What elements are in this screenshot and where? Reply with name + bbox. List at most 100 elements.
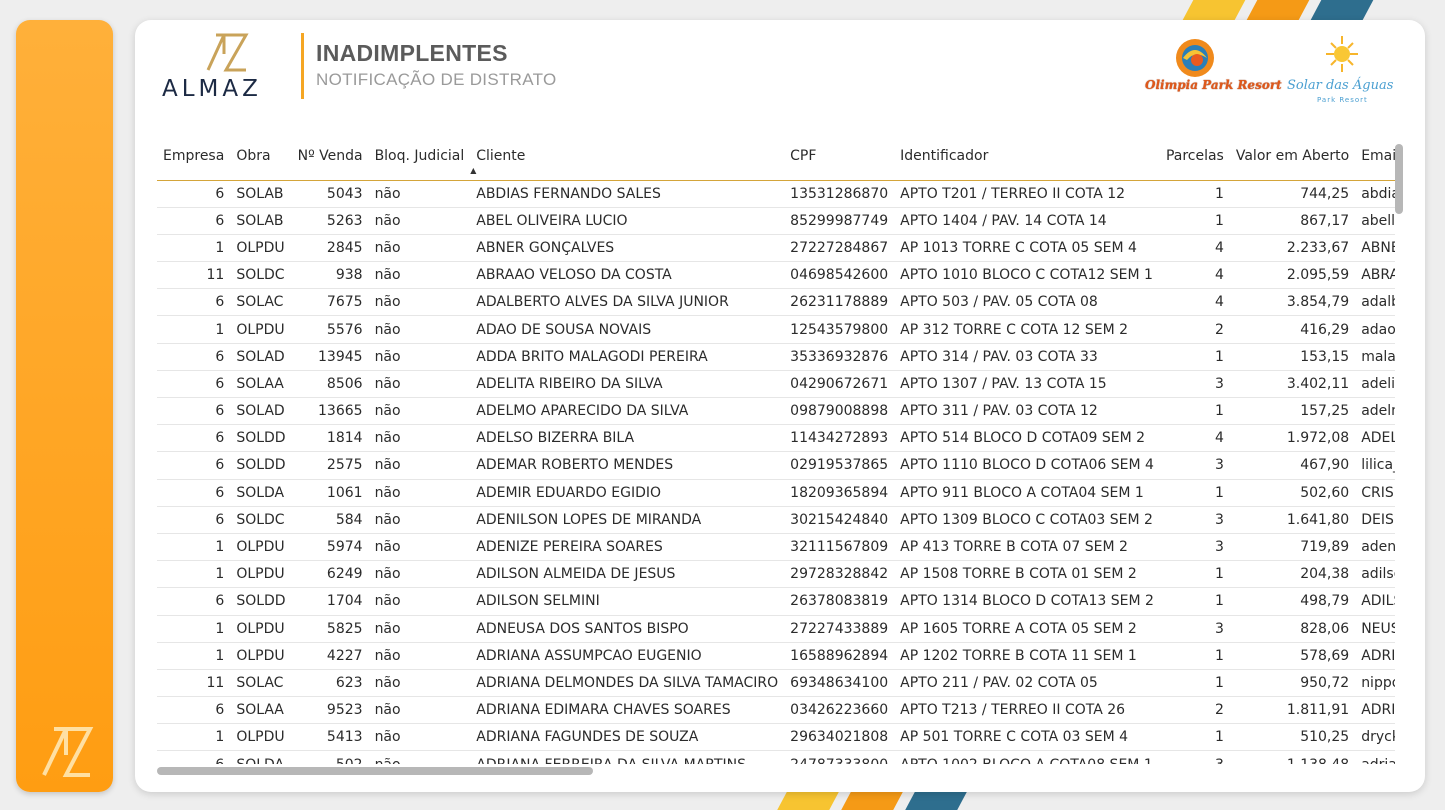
table-row[interactable]: 11 SOLDC 938 não ABRAAO VELOSO DA COSTA 04698… bbox=[157, 261, 1395, 290]
cell-empresa: 6 bbox=[157, 479, 231, 507]
horizontal-scrollbar[interactable] bbox=[157, 767, 593, 775]
cell-identificador: AP 312 TORRE C COTA 12 SEM 2 bbox=[894, 315, 1160, 344]
column-header-cpf[interactable]: CPF bbox=[784, 144, 895, 181]
cell-valor-em-aberto: 828,06 bbox=[1229, 615, 1356, 643]
cell-numero-venda: 4227 bbox=[291, 642, 369, 670]
cell-cliente: ADEMIR EDUARDO EGIDIO bbox=[470, 479, 785, 507]
cell-bloq-judicial: não bbox=[368, 343, 471, 371]
table-row[interactable]: 6 SOLDD 1814 não ADELSO BIZERRA BILA 11434272… bbox=[157, 424, 1395, 453]
cell-email: adenize.pe bbox=[1355, 533, 1395, 562]
column-header-obra[interactable]: Obra bbox=[230, 144, 292, 181]
cell-numero-venda: 502 bbox=[291, 750, 369, 764]
cell-cpf: 26231178889 bbox=[784, 288, 895, 317]
table-row[interactable]: 6 SOLAD 13665 não ADELMO APARECIDO DA SILVA 0… bbox=[157, 397, 1395, 426]
cell-numero-venda: 5263 bbox=[291, 207, 369, 235]
table-row[interactable]: 6 SOLAA 8506 não ADELITA RIBEIRO DA SILVA 042… bbox=[157, 370, 1395, 399]
table-row[interactable]: 6 SOLDD 1704 não ADILSON SELMINI 26378083819 A… bbox=[157, 587, 1395, 616]
vertical-scrollbar[interactable] bbox=[1395, 144, 1403, 214]
cell-valor-em-aberto: 502,60 bbox=[1229, 479, 1356, 507]
decorative-stripes-bottom bbox=[777, 792, 967, 810]
table-row[interactable]: 6 SOLAB 5263 não ABEL OLIVEIRA LUCIO 85299987… bbox=[157, 207, 1395, 235]
table-row[interactable]: 6 SOLAD 13945 não ADDA BRITO MALAGODI PEREIR… bbox=[157, 343, 1395, 371]
table-row[interactable]: 6SOLDA502nãoADRIANA FERREIRA DA SILVA MA… bbox=[157, 750, 1395, 764]
table-row[interactable]: 1 OLPDU 2845 não ABNER GONÇALVES 27227284867 A… bbox=[157, 234, 1395, 263]
table-row[interactable]: 1 OLPDU 5825 não ADNEUSA DOS SANTOS BISPO 272… bbox=[157, 615, 1395, 643]
cell-valor-em-aberto: 204,38 bbox=[1229, 560, 1356, 589]
cell-valor-em-aberto: 1.972,08 bbox=[1229, 424, 1356, 453]
cell-email: ADRIANAE bbox=[1355, 696, 1395, 725]
cell-obra: SOLDD bbox=[230, 587, 292, 616]
table-row[interactable]: 1 OLPDU 5974 não ADENIZE PEREIRA SOARES 32111… bbox=[157, 533, 1395, 562]
table-row[interactable]: 1 OLPDU 6249 não ADILSON ALMEIDA DE JESUS 297… bbox=[157, 560, 1395, 589]
cell-numero-venda: 1061 bbox=[291, 479, 369, 507]
table-row[interactable]: 6 SOLDA 1061 não ADEMIR EDUARDO EGIDIO 182093… bbox=[157, 479, 1395, 507]
cell-bloq-judicial: não bbox=[368, 696, 471, 725]
column-header-numero-venda[interactable]: Nº Venda bbox=[291, 144, 369, 181]
cell-valor-em-aberto: 867,17 bbox=[1229, 207, 1356, 235]
cell-email: NEUSA_NI bbox=[1355, 615, 1395, 643]
cell-valor-em-aberto: 3.402,11 bbox=[1229, 370, 1356, 399]
cell-parcelas: 1 bbox=[1159, 180, 1230, 208]
cell-email: ADRI.EUGE bbox=[1355, 642, 1395, 670]
cell-identificador: AP 1508 TORRE B COTA 01 SEM 2 bbox=[894, 560, 1160, 589]
cell-parcelas: 3 bbox=[1159, 370, 1230, 399]
cell-identificador: AP 501 TORRE C COTA 03 SEM 4 bbox=[894, 723, 1160, 752]
table-row[interactable]: 1 OLPDU 4227 não ADRIANA ASSUMPCAO EUGENIO 16… bbox=[157, 642, 1395, 670]
table-row[interactable]: 6 SOLDD 2575 não ADEMAR ROBERTO MENDES 029195… bbox=[157, 451, 1395, 480]
cell-cliente: ADELSO BIZERRA BILA bbox=[470, 424, 785, 453]
column-header-cliente[interactable]: Cliente ▲ bbox=[470, 144, 785, 181]
cell-obra: SOLDA bbox=[230, 479, 292, 507]
cell-parcelas: 3 bbox=[1159, 506, 1230, 534]
cell-bloq-judicial: não bbox=[368, 615, 471, 643]
table-row[interactable]: 6 SOLAC 7675 não ADALBERTO ALVES DA SILVA JU… bbox=[157, 288, 1395, 317]
solar-logo-subtext: Park Resort bbox=[1317, 96, 1368, 104]
cell-identificador: APTO T213 / TERREO II COTA 26 bbox=[894, 696, 1160, 725]
cell-valor-em-aberto: 2.095,59 bbox=[1229, 261, 1356, 290]
column-header-email[interactable]: Email bbox=[1355, 144, 1395, 181]
cell-parcelas: 1 bbox=[1159, 723, 1230, 752]
cell-identificador: APTO T201 / TERREO II COTA 12 bbox=[894, 180, 1160, 208]
table-row[interactable]: 1 OLPDU 5413 não ADRIANA FAGUNDES DE SOUZA 29… bbox=[157, 723, 1395, 752]
cell-obra: SOLDC bbox=[230, 261, 292, 290]
cell-email: abellucio@ bbox=[1355, 207, 1395, 235]
cell-numero-venda: 584 bbox=[291, 506, 369, 534]
cell-bloq-judicial: não bbox=[368, 506, 471, 534]
cell-obra: OLPDU bbox=[230, 315, 292, 344]
table-row[interactable]: 6 SOLDC 584 não ADENILSON LOPES DE MIRANDA 30… bbox=[157, 506, 1395, 534]
olimpia-park-resort-logo: Olimpia Park Resort bbox=[1143, 36, 1282, 100]
cell-cliente: ADENIZE PEREIRA SOARES bbox=[470, 533, 785, 562]
cell-obra: SOLDC bbox=[230, 506, 292, 534]
column-header-parcelas[interactable]: Parcelas bbox=[1159, 144, 1230, 181]
cell-cpf: 29728328842 bbox=[784, 560, 895, 589]
cell-cpf: 18209365894 bbox=[784, 479, 895, 507]
cell-valor-em-aberto: 153,15 bbox=[1229, 343, 1356, 371]
cell-valor-em-aberto: 416,29 bbox=[1229, 315, 1356, 344]
cell-bloq-judicial: não bbox=[368, 587, 471, 616]
cell-parcelas: 1 bbox=[1159, 669, 1230, 698]
cell-identificador: APTO 314 / PAV. 03 COTA 33 bbox=[894, 343, 1160, 371]
column-header-identificador[interactable]: Identificador bbox=[894, 144, 1160, 181]
column-header-empresa[interactable]: Empresa bbox=[157, 144, 231, 181]
table-row[interactable]: 1 OLPDU 5576 não ADAO DE SOUSA NOVAIS 1254357… bbox=[157, 315, 1395, 344]
cell-valor-em-aberto: 467,90 bbox=[1229, 451, 1356, 480]
cell-numero-venda: 5974 bbox=[291, 533, 369, 562]
cell-obra: SOLDD bbox=[230, 451, 292, 480]
cell-identificador: APTO 1307 / PAV. 13 COTA 15 bbox=[894, 370, 1160, 399]
inadimplentes-table-container[interactable]: Empresa Obra Nº Venda Bloq. Judicial Cli… bbox=[157, 144, 1395, 764]
column-header-bloq-judicial[interactable]: Bloq. Judicial bbox=[368, 144, 471, 181]
cell-obra: SOLAB bbox=[230, 207, 292, 235]
cell-cpf: 24787333800 bbox=[784, 750, 895, 764]
cell-obra: SOLAD bbox=[230, 343, 292, 371]
table-row[interactable]: 6 SOLAB 5043 não ABDIAS FERNANDO SALES 135312… bbox=[157, 180, 1395, 208]
cell-identificador: APTO 211 / PAV. 02 COTA 05 bbox=[894, 669, 1160, 698]
cell-cpf: 69348634100 bbox=[784, 669, 895, 698]
table-row[interactable]: 6 SOLAA 9523 não ADRIANA EDIMARA CHAVES SOAR… bbox=[157, 696, 1395, 725]
cell-parcelas: 3 bbox=[1159, 451, 1230, 480]
table-row[interactable]: 11 SOLAC 623 não ADRIANA DELMONDES DA SILVA … bbox=[157, 669, 1395, 698]
page-title: INADIMPLENTES bbox=[316, 40, 508, 66]
decorative-stripes-top bbox=[1182, 0, 1374, 20]
cell-cpf: 35336932876 bbox=[784, 343, 895, 371]
column-header-valor-em-aberto[interactable]: Valor em Aberto bbox=[1229, 144, 1356, 181]
cell-cpf: 27227433889 bbox=[784, 615, 895, 643]
cell-obra: OLPDU bbox=[230, 533, 292, 562]
